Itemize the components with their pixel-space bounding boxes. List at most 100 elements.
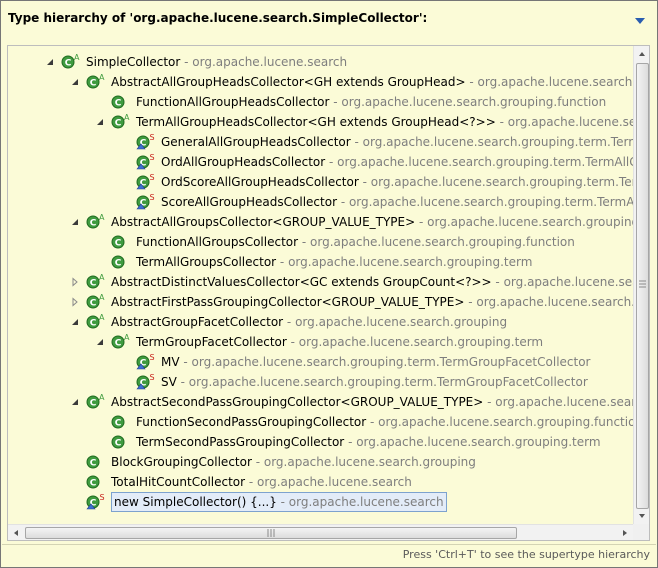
- type-name: AbstractSecondPassGroupingCollector<GROU…: [111, 395, 484, 409]
- package-qualifier: - org.apache.lucene.search.grouping.term…: [176, 375, 588, 389]
- tree-row[interactable]: C A AbstractAllGroupsCollector<GROUP_VALUE…: [8, 212, 633, 232]
- package-qualifier: - org.apache.lucene.search.grouping: [495, 275, 633, 289]
- tree-row[interactable]: C FunctionSecondPassGroupingCollector - o…: [8, 412, 633, 432]
- svg-text:C: C: [115, 119, 122, 129]
- tree-row[interactable]: C A TermGroupFacetCollector - org.apache.l…: [8, 332, 633, 352]
- tree-row-label: OrdScoreAllGroupHeadsCollector - org.apa…: [161, 172, 633, 192]
- view-menu-button[interactable]: [634, 14, 646, 24]
- svg-text:C: C: [90, 79, 97, 89]
- abstract-class-icon: CA: [86, 394, 106, 410]
- type-name: ScoreAllGroupHeadsCollector: [161, 195, 337, 209]
- tree-row-label: AbstractAllGroupsCollector<GROUP_VALUE_T…: [111, 212, 633, 232]
- tree-row-label: TermSecondPassGroupingCollector - org.ap…: [136, 432, 601, 452]
- svg-text:C: C: [115, 259, 122, 269]
- scroll-up-button[interactable]: [634, 46, 649, 62]
- tree-row-label: GeneralAllGroupHeadsCollector - org.apac…: [161, 132, 633, 152]
- svg-text:C: C: [90, 459, 97, 469]
- type-name: FunctionSecondPassGroupingCollector: [136, 415, 367, 429]
- expanded-twisty-icon[interactable]: [70, 72, 82, 92]
- svg-text:A: A: [74, 54, 80, 62]
- tree-row[interactable]: C S GeneralAllGroupHeadsCollector - org.ap…: [8, 132, 633, 152]
- horizontal-scroll-thumb[interactable]: [25, 527, 517, 539]
- expanded-twisty-icon[interactable]: [70, 312, 82, 332]
- horizontal-scrollbar[interactable]: [8, 524, 633, 540]
- type-name: AbstractAllGroupHeadsCollector<GH extend…: [111, 75, 466, 89]
- expanded-twisty-icon[interactable]: [95, 112, 107, 132]
- tree-row[interactable]: C TermAllGroupsCollector - org.apache.luc…: [8, 252, 633, 272]
- grip-icon: [639, 280, 646, 288]
- tree-row[interactable]: C S OrdScoreAllGroupHeadsCollector - org.a…: [8, 172, 633, 192]
- type-name: new SimpleCollector() {...}: [114, 495, 277, 509]
- tree-row[interactable]: C S ScoreAllGroupHeadsCollector - org.apac…: [8, 192, 633, 212]
- expanded-twisty-icon[interactable]: [70, 212, 82, 232]
- class-icon: C: [111, 94, 131, 110]
- type-name: AbstractGroupFacetCollector: [111, 315, 284, 329]
- tree-row[interactable]: C A AbstractSecondPassGroupingCollector<GR…: [8, 392, 633, 412]
- popup-title: Type hierarchy of 'org.apache.lucene.sea…: [8, 11, 428, 25]
- package-qualifier: - org.apache.lucene.search.grouping.func…: [366, 415, 633, 429]
- svg-text:A: A: [124, 334, 130, 342]
- package-qualifier: - org.apache.lucene.search.grouping.func…: [329, 95, 607, 109]
- tree-row-label: AbstractAllGroupHeadsCollector<GH extend…: [111, 72, 633, 92]
- collapsed-twisty-icon[interactable]: [70, 272, 82, 292]
- tree-row[interactable]: C TotalHitCountCollector - org.apache.luc…: [8, 472, 633, 492]
- status-bar: Press 'Ctrl+T' to see the supertype hier…: [2, 544, 656, 567]
- abstract-class-icon: CA: [111, 334, 131, 350]
- package-qualifier: - org.apache.lucene.search.grouping.term: [286, 335, 544, 349]
- package-qualifier: - org.apache.lucene.search.grouping.term: [276, 255, 533, 269]
- scroll-down-button[interactable]: [634, 508, 649, 524]
- tree-row[interactable]: C BlockGroupingCollector - org.apache.luc…: [8, 452, 633, 472]
- arrow-left-icon: [14, 530, 18, 536]
- tree-row-label: BlockGroupingCollector - org.apache.luce…: [111, 452, 476, 472]
- package-qualifier: - org.apache.lucene.search: [276, 495, 444, 509]
- collapsed-twisty-icon[interactable]: [70, 292, 82, 312]
- tree-row[interactable]: C S new SimpleCollector() {...} - org.apac…: [8, 492, 633, 512]
- svg-text:A: A: [124, 114, 130, 122]
- grip-icon: [267, 529, 275, 537]
- scroll-left-button[interactable]: [8, 525, 24, 540]
- tree-row[interactable]: C FunctionAllGroupsCollector - org.apache…: [8, 232, 633, 252]
- vertical-scroll-thumb[interactable]: [636, 63, 649, 509]
- tree-row[interactable]: C FunctionAllGroupHeadsCollector - org.ap…: [8, 92, 633, 112]
- svg-text:C: C: [115, 239, 122, 249]
- type-name: AbstractAllGroupsCollector<GROUP_VALUE_T…: [111, 215, 416, 229]
- vertical-scrollbar[interactable]: [633, 46, 649, 524]
- tree-row[interactable]: C A SimpleCollector - org.apache.lucene.se…: [8, 52, 633, 72]
- type-name: TotalHitCountCollector: [111, 475, 246, 489]
- static-inner-class-icon: CS: [136, 354, 156, 370]
- tree-row[interactable]: C A AbstractGroupFacetCollector - org.apac…: [8, 312, 633, 332]
- abstract-class-icon: CA: [61, 54, 81, 70]
- tree-row[interactable]: C S OrdAllGroupHeadsCollector - org.apache…: [8, 152, 633, 172]
- tree-row[interactable]: C A AbstractAllGroupHeadsCollector<GH exte…: [8, 72, 633, 92]
- type-name: SV: [161, 375, 177, 389]
- svg-text:A: A: [99, 314, 105, 322]
- tree-row[interactable]: C TermSecondPassGroupingCollector - org.a…: [8, 432, 633, 452]
- expanded-twisty-icon[interactable]: [45, 52, 57, 72]
- svg-text:C: C: [115, 339, 122, 349]
- tree-row[interactable]: C A AbstractFirstPassGroupingCollector<GRO…: [8, 292, 633, 312]
- arrow-right-icon: [623, 530, 627, 536]
- scroll-right-button[interactable]: [617, 525, 633, 540]
- tree-row[interactable]: C S SV - org.apache.lucene.search.grouping…: [8, 372, 633, 392]
- tree-row[interactable]: C A TermAllGroupHeadsCollector<GH extends …: [8, 112, 633, 132]
- tree-row[interactable]: C S MV - org.apache.lucene.search.grouping…: [8, 352, 633, 372]
- tree-row[interactable]: C A AbstractDistinctValuesCollector<GC ext…: [8, 272, 633, 292]
- tree-row-label: TermGroupFacetCollector - org.apache.luc…: [136, 332, 543, 352]
- tree-row-label: SimpleCollector - org.apache.lucene.sear…: [86, 52, 347, 72]
- expanded-twisty-icon[interactable]: [95, 332, 107, 352]
- package-qualifier: - org.apache.lucene.search.grouping.term: [499, 115, 633, 129]
- package-qualifier: - org.apache.lucene.search.grouping.func…: [298, 235, 575, 249]
- tree-row-label: OrdAllGroupHeadsCollector - org.apache.l…: [161, 152, 633, 172]
- tree-row-label: TotalHitCountCollector - org.apache.luce…: [111, 472, 412, 492]
- svg-text:C: C: [90, 399, 97, 409]
- svg-text:S: S: [150, 354, 155, 362]
- class-icon: C: [86, 454, 106, 470]
- type-name: TermSecondPassGroupingCollector: [136, 435, 345, 449]
- type-name: OrdScoreAllGroupHeadsCollector: [161, 175, 359, 189]
- tree-row-label: FunctionAllGroupsCollector - org.apache.…: [136, 232, 575, 252]
- tree-row-label: FunctionAllGroupHeadsCollector - org.apa…: [136, 92, 606, 112]
- type-name: GeneralAllGroupHeadsCollector: [161, 135, 351, 149]
- type-tree[interactable]: C A SimpleCollector - org.apache.lucene.se…: [8, 46, 633, 524]
- tree-row-label: MV - org.apache.lucene.search.grouping.t…: [161, 352, 591, 372]
- expanded-twisty-icon[interactable]: [70, 392, 82, 412]
